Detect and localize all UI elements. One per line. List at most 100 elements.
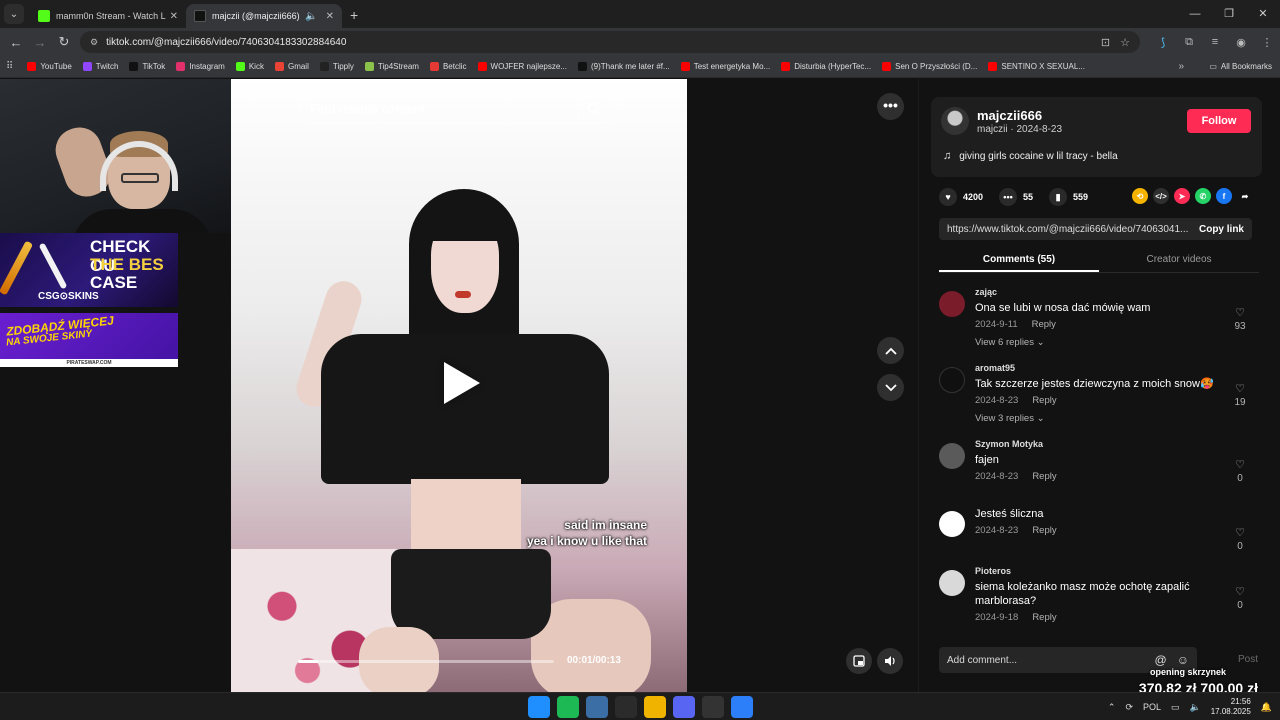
- media-icon[interactable]: ≡: [1202, 36, 1228, 49]
- comment-author[interactable]: Pioteros: [975, 566, 1259, 576]
- comment-like[interactable]: ♡ 19: [1228, 382, 1252, 408]
- comment-action[interactable]: ••• 55: [999, 188, 1033, 206]
- chrome-icon[interactable]: [731, 696, 753, 718]
- comment-input[interactable]: [947, 654, 1145, 666]
- bookmark-item[interactable]: Sen O Przyszłości (D...: [882, 62, 977, 71]
- bookmark-item[interactable]: Twitch: [82, 62, 118, 71]
- comment-author[interactable]: aromat95: [975, 363, 1259, 373]
- previous-video-button[interactable]: [877, 337, 904, 364]
- reply-button[interactable]: Reply: [1032, 319, 1056, 330]
- app2-icon[interactable]: [702, 696, 724, 718]
- related-search-input[interactable]: [310, 101, 578, 116]
- share-link-text[interactable]: https://www.tiktok.com/@majczii666/video…: [939, 224, 1191, 235]
- tray-chevron-icon[interactable]: ⌃: [1108, 702, 1116, 713]
- emoji-icon[interactable]: ☺: [1177, 653, 1189, 667]
- picture-in-picture-button[interactable]: [846, 648, 872, 674]
- embed-icon[interactable]: </>: [1153, 188, 1169, 204]
- network-icon[interactable]: ▭: [1171, 702, 1180, 713]
- apps-grid-icon[interactable]: ⠿: [6, 61, 13, 72]
- avatar[interactable]: [939, 291, 965, 317]
- bookmark-item[interactable]: Disturbia (HyperTec...: [781, 62, 871, 71]
- comment-author[interactable]: Szymon Motyka: [975, 439, 1259, 449]
- profile-icon[interactable]: ◉: [1228, 36, 1254, 49]
- avatar[interactable]: [939, 570, 965, 596]
- speaker-icon[interactable]: 🔈: [305, 11, 317, 22]
- view-replies-button[interactable]: View 3 replies ⌄: [975, 413, 1259, 424]
- new-tab-button[interactable]: +: [350, 7, 358, 23]
- reply-button[interactable]: Reply: [1032, 612, 1056, 623]
- menu-icon[interactable]: ⋮: [1254, 36, 1280, 49]
- facebook-icon[interactable]: f: [1216, 188, 1232, 204]
- url-input[interactable]: ⚙ tiktok.com/@majczii666/video/740630418…: [80, 31, 1140, 53]
- follow-button[interactable]: Follow: [1187, 109, 1251, 133]
- view-replies-button[interactable]: View 6 replies ⌄: [975, 337, 1259, 348]
- search-icon[interactable]: [578, 97, 608, 120]
- post-comment-button[interactable]: Post: [1238, 654, 1258, 665]
- comment-like[interactable]: ♡ 0: [1228, 526, 1252, 552]
- puzzle-icon[interactable]: ⧉: [1176, 36, 1202, 49]
- site-info-icon[interactable]: ⚙: [90, 37, 98, 48]
- discord-icon[interactable]: [673, 696, 695, 718]
- reply-button[interactable]: Reply: [1032, 395, 1056, 406]
- tab-creator-videos[interactable]: Creator videos: [1099, 249, 1259, 272]
- tab-tiktok[interactable]: majczii (@majczii666) | TikT 🔈 ✕: [186, 4, 342, 28]
- lang-indicator[interactable]: POL: [1143, 702, 1161, 712]
- extension-icon[interactable]: ⟆: [1150, 36, 1176, 49]
- comment-like[interactable]: ♡ 0: [1228, 458, 1252, 484]
- play-icon[interactable]: [444, 362, 480, 404]
- bookmark-item[interactable]: YouTube: [27, 62, 72, 71]
- mention-icon[interactable]: @: [1155, 653, 1167, 667]
- share-arrow-icon[interactable]: ➦: [1237, 188, 1253, 204]
- repost-icon[interactable]: ⟲: [1132, 188, 1148, 204]
- reply-button[interactable]: Reply: [1032, 525, 1056, 536]
- back-icon[interactable]: ←: [4, 35, 28, 50]
- tab-search-button[interactable]: ⌄: [4, 4, 24, 24]
- reload-icon[interactable]: ↻: [52, 34, 76, 50]
- author-username[interactable]: majczii666: [977, 108, 1042, 123]
- epic-icon[interactable]: [615, 696, 637, 718]
- tab-comments[interactable]: Comments (55): [939, 249, 1099, 272]
- volume-icon[interactable]: 🔈: [1190, 702, 1201, 713]
- reply-button[interactable]: Reply: [1032, 471, 1056, 482]
- comment-author[interactable]: zając: [975, 287, 1259, 297]
- bookmark-item[interactable]: Gmail: [274, 62, 309, 71]
- forward-icon[interactable]: →: [28, 35, 52, 50]
- bookmark-item[interactable]: Instagram: [176, 62, 225, 71]
- minimize-icon[interactable]: —: [1178, 0, 1212, 28]
- close-icon[interactable]: ✕: [326, 11, 334, 22]
- like-action[interactable]: ♥ 4200: [939, 188, 983, 206]
- app-icon[interactable]: [586, 696, 608, 718]
- close-icon[interactable]: ✕: [170, 11, 178, 22]
- close-window-icon[interactable]: ✕: [1246, 0, 1280, 28]
- whatsapp-icon[interactable]: ✆: [1195, 188, 1211, 204]
- related-search-bar[interactable]: [299, 93, 619, 124]
- volume-button[interactable]: [877, 648, 903, 674]
- bookmark-item[interactable]: Test energetyka Mo...: [680, 62, 770, 71]
- avatar[interactable]: [939, 511, 965, 537]
- next-video-button[interactable]: [877, 374, 904, 401]
- bookmark-item[interactable]: Tipply: [319, 62, 354, 71]
- files-icon[interactable]: [644, 696, 666, 718]
- bookmark-item[interactable]: TikTok: [129, 62, 165, 71]
- copy-link-button[interactable]: Copy link: [1191, 224, 1252, 235]
- bookmark-item[interactable]: Tip4Stream: [364, 62, 419, 71]
- spotify-icon[interactable]: [557, 696, 579, 718]
- avatar[interactable]: [939, 367, 965, 393]
- more-options-button[interactable]: •••: [877, 93, 904, 120]
- music-info[interactable]: ♫ giving girls cocaine w lil tracy - bel…: [943, 150, 1118, 162]
- tab-kick-stream[interactable]: mamm0n Stream - Watch Live o ✕: [30, 4, 186, 28]
- notification-bell-icon[interactable]: 🔔: [1261, 702, 1272, 713]
- video-progress-bar[interactable]: [298, 660, 554, 663]
- bookmark-star-icon[interactable]: ☆: [1120, 36, 1130, 49]
- send-icon[interactable]: ➤: [1174, 188, 1190, 204]
- all-bookmarks-button[interactable]: ▭ All Bookmarks: [1209, 62, 1272, 71]
- windows-icon[interactable]: [528, 696, 550, 718]
- bookmark-item[interactable]: WOJFER najlepsze...: [477, 62, 567, 71]
- bookmark-item[interactable]: Betclic: [429, 62, 467, 71]
- comment-like[interactable]: ♡ 93: [1228, 306, 1252, 332]
- save-action[interactable]: ▮ 559: [1049, 188, 1088, 206]
- restore-icon[interactable]: ❐: [1212, 0, 1246, 28]
- chevron-more-icon[interactable]: »: [1178, 61, 1184, 72]
- video-player[interactable]: said im insane yea i know u like that 00…: [231, 79, 687, 692]
- bookmark-item[interactable]: Kick: [235, 62, 264, 71]
